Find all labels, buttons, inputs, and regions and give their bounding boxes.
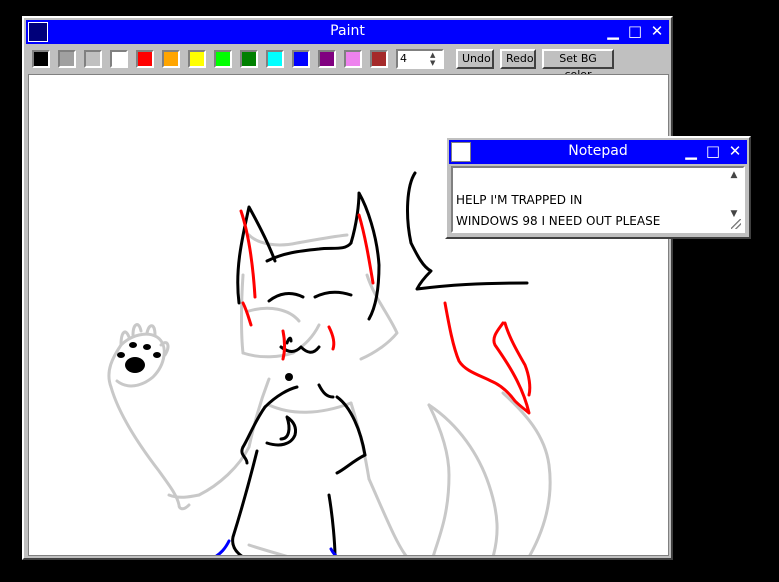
color-swatch-blue[interactable] bbox=[292, 50, 310, 68]
notepad-titlebar[interactable]: Notepad ▁ □ ✕ bbox=[449, 140, 747, 164]
minimize-button[interactable]: ▁ bbox=[603, 21, 623, 41]
notepad-textarea[interactable]: HELP I'M TRAPPED IN WINDOWS 98 I NEED OU… bbox=[451, 166, 745, 233]
paint-toolbar: 4 ▲▼ Undo Redo Set BG color bbox=[28, 46, 667, 81]
color-swatch-brown[interactable] bbox=[370, 50, 388, 68]
notepad-text: HELP I'M TRAPPED IN WINDOWS 98 I NEED OU… bbox=[456, 190, 660, 232]
scroll-down-icon[interactable]: ▼ bbox=[727, 209, 741, 219]
color-swatch-yellow[interactable] bbox=[188, 50, 206, 68]
paint-window: Paint ▁ □ ✕ 4 ▲▼ Undo Redo Set BG color bbox=[22, 16, 673, 560]
paw-pads bbox=[117, 342, 293, 381]
color-swatch-orange[interactable] bbox=[162, 50, 180, 68]
close-button[interactable]: ✕ bbox=[647, 21, 667, 41]
notepad-close-button[interactable]: ✕ bbox=[725, 141, 745, 161]
notepad-window: Notepad ▁ □ ✕ HELP I'M TRAPPED IN WINDOW… bbox=[445, 136, 751, 239]
notepad-maximize-button[interactable]: □ bbox=[703, 141, 723, 161]
notepad-line: WINDOWS 98 I NEED OUT PLEASE bbox=[456, 214, 661, 228]
redo-button[interactable]: Redo bbox=[500, 49, 536, 69]
maximize-button[interactable]: □ bbox=[625, 21, 645, 41]
color-swatch-red[interactable] bbox=[136, 50, 154, 68]
brush-size-stepper[interactable]: 4 ▲ ▼ bbox=[396, 49, 444, 69]
color-swatch-lime[interactable] bbox=[214, 50, 232, 68]
set-bg-color-button[interactable]: Set BG color bbox=[542, 49, 614, 81]
paint-titlebar[interactable]: Paint ▁ □ ✕ bbox=[26, 20, 669, 44]
color-swatch-silver[interactable] bbox=[84, 50, 102, 68]
color-swatch-purple[interactable] bbox=[318, 50, 336, 68]
notepad-minimize-button[interactable]: ▁ bbox=[681, 141, 701, 161]
undo-button[interactable]: Undo bbox=[456, 49, 494, 69]
color-swatch-black[interactable] bbox=[32, 50, 50, 68]
color-swatch-green[interactable] bbox=[240, 50, 258, 68]
color-swatch-cyan[interactable] bbox=[266, 50, 284, 68]
notepad-line: HELP I'M TRAPPED IN bbox=[456, 193, 583, 207]
color-swatch-pink[interactable] bbox=[344, 50, 362, 68]
color-swatch-white[interactable] bbox=[110, 50, 128, 68]
color-swatch-gray[interactable] bbox=[58, 50, 76, 68]
brush-size-value: 4 bbox=[400, 52, 407, 65]
paint-title: Paint bbox=[330, 23, 365, 39]
stepper-arrows-icon[interactable]: ▲ ▼ bbox=[430, 51, 440, 67]
scroll-up-icon[interactable]: ▲ bbox=[727, 170, 741, 180]
resize-grip-icon[interactable] bbox=[731, 219, 741, 229]
